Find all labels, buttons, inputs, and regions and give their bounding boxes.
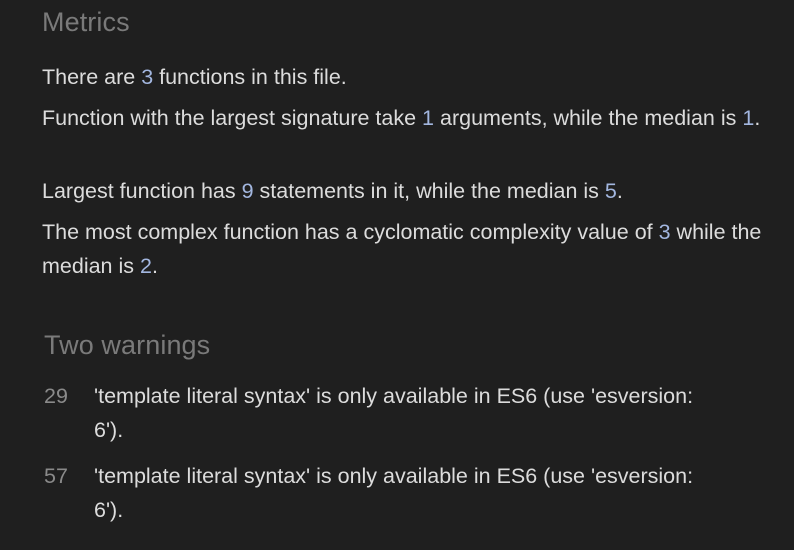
largest-signature-value: 1	[422, 106, 435, 130]
metric-text: The most complex function has a cyclomat…	[42, 220, 659, 244]
warning-item[interactable]: 29 'template literal syntax' is only ava…	[44, 379, 744, 447]
metric-complexity: The most complex function has a cyclomat…	[42, 215, 762, 283]
median-function-value: 5	[604, 179, 617, 203]
metric-text: There are	[42, 65, 142, 89]
warning-message: 'template literal syntax' is only availa…	[94, 384, 694, 442]
metric-text: functions in this file.	[153, 65, 347, 89]
warning-item[interactable]: 57 'template literal syntax' is only ava…	[44, 459, 744, 527]
warnings-heading: Two warnings	[44, 330, 211, 360]
median-signature-value: 1	[742, 106, 755, 130]
metrics-heading: Metrics	[42, 7, 130, 37]
warning-line-number[interactable]: 29	[44, 379, 94, 447]
metric-text: Function with the largest signature take	[42, 106, 423, 130]
metric-text: .	[151, 254, 158, 278]
metric-signature-size: Function with the largest signature take…	[42, 101, 762, 135]
function-count-value: 3	[141, 65, 154, 89]
metric-text: statements in it, while the median is	[253, 179, 605, 203]
metric-function-count: There are 3 functions in this file.	[42, 60, 762, 94]
metric-text: .	[616, 179, 623, 203]
analysis-panel: Metrics There are 3 functions in this fi…	[0, 0, 794, 550]
median-complexity-value: 2	[140, 254, 152, 278]
max-complexity-value: 3	[658, 220, 671, 244]
metric-function-size: Largest function has 9 statements in it,…	[42, 174, 762, 208]
warning-line-number[interactable]: 57	[44, 459, 94, 527]
metric-text: arguments, while the median is	[434, 106, 743, 130]
largest-function-value: 9	[241, 179, 254, 203]
metric-text: .	[754, 106, 761, 130]
metric-text: Largest function has	[42, 179, 242, 203]
warning-message: 'template literal syntax' is only availa…	[94, 464, 694, 522]
